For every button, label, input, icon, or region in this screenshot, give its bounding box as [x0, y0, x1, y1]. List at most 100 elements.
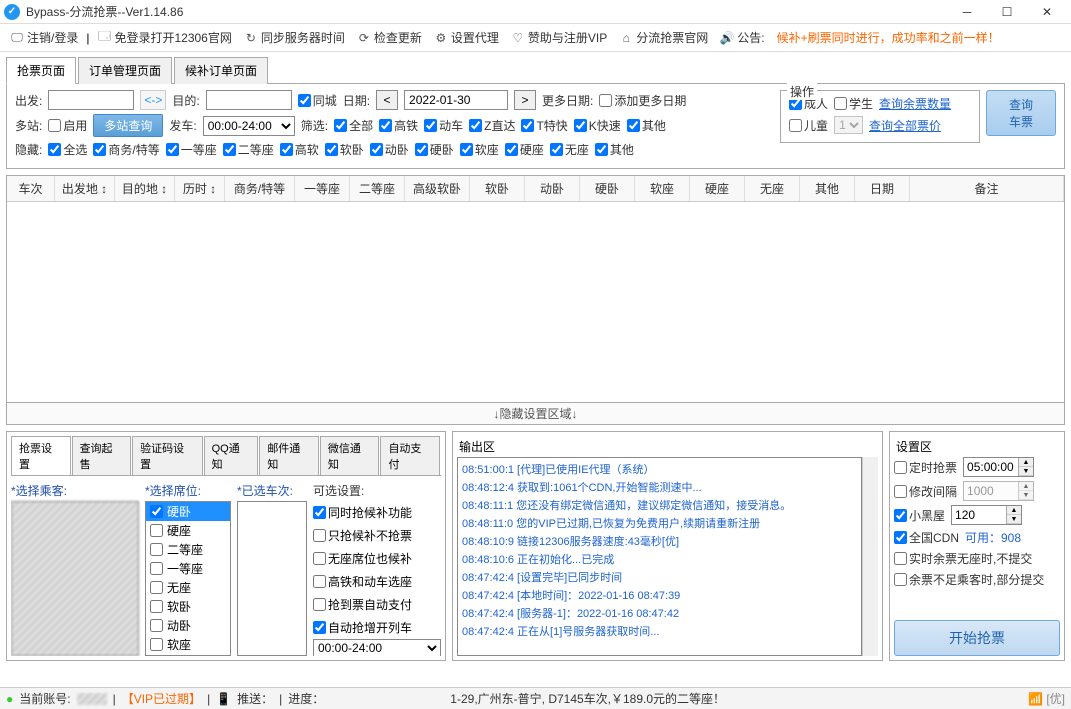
col-gjrw[interactable]: 高级软卧 [405, 176, 470, 201]
seat-item[interactable]: 二等座 [146, 540, 230, 559]
filter-zhida[interactable]: Z直达 [469, 117, 515, 134]
student-checkbox[interactable]: 学生 [834, 95, 873, 112]
hide-all[interactable]: 全选 [48, 141, 87, 158]
seat-item[interactable]: 硬卧 [146, 502, 230, 521]
opt-zhihoubu[interactable]: 只抢候补不抢票 [313, 524, 441, 547]
tab-waitlist[interactable]: 候补订单页面 [174, 57, 268, 84]
interval-spin[interactable]: ▲▼ [963, 481, 1034, 501]
depart-time-select[interactable]: 00:00-24:00 [203, 116, 295, 136]
col-other[interactable]: 其他 [800, 176, 855, 201]
subtab-grab[interactable]: 抢票设置 [11, 436, 71, 475]
output-textbox[interactable]: 08:51:00:1 [代理]已使用IE代理（系统）08:48:12:4 获取到… [457, 457, 862, 656]
filter-tekuai[interactable]: T特快 [521, 117, 567, 134]
insufficient-checkbox[interactable]: 余票不足乘客时,部分提交 [894, 571, 1044, 588]
proxy-button[interactable]: ⚙设置代理 [430, 29, 503, 46]
opt-autopay[interactable]: 抢到票自动支付 [313, 593, 441, 616]
opt-wuzuo[interactable]: 无座席位也候补 [313, 547, 441, 570]
hide-yd[interactable]: 一等座 [166, 141, 217, 158]
link-ticket-count[interactable]: 查询余票数量 [879, 95, 951, 112]
same-city-checkbox[interactable]: 同城 [298, 92, 337, 109]
seat-item[interactable]: 软卧 [146, 597, 230, 616]
multi-query-button[interactable]: 多站查询 [93, 114, 163, 137]
donate-vip-button[interactable]: ♡赞助与注册VIP [507, 29, 611, 46]
col-rz[interactable]: 软座 [635, 176, 690, 201]
add-more-date-checkbox[interactable]: 添加更多日期 [599, 92, 686, 109]
hide-rw[interactable]: 软卧 [325, 141, 364, 158]
timed-value-spin[interactable]: ▲▼ [963, 457, 1034, 477]
opt-autoadd[interactable]: 自动抢增开列车 [313, 616, 441, 639]
filter-all[interactable]: 全部 [334, 117, 373, 134]
col-dest[interactable]: 目的地 ↕ [115, 176, 175, 201]
close-button[interactable]: ✕ [1027, 0, 1067, 24]
hide-yz[interactable]: 硬座 [505, 141, 544, 158]
realtime-checkbox[interactable]: 实时余票无座时,不提交 [894, 550, 1032, 567]
filter-kuaisu[interactable]: K快速 [574, 117, 621, 134]
open-12306-button[interactable]: 🗔免登录打开12306官网 [93, 29, 235, 46]
filter-dongche[interactable]: 动车 [424, 117, 463, 134]
col-yw[interactable]: 硬卧 [580, 176, 635, 201]
timed-checkbox[interactable]: 定时抢票 [894, 459, 957, 476]
tab-ticket[interactable]: 抢票页面 [6, 57, 76, 84]
child-checkbox[interactable]: 儿童 [789, 117, 828, 134]
date-input[interactable] [404, 90, 508, 110]
col-wz[interactable]: 无座 [745, 176, 800, 201]
subtab-captcha[interactable]: 验证码设置 [132, 436, 202, 475]
col-yd[interactable]: 一等座 [295, 176, 350, 201]
filter-gaotie[interactable]: 高铁 [379, 117, 418, 134]
query-ticket-button[interactable]: 查询车票 [986, 90, 1056, 136]
seat-item[interactable]: 软座 [146, 635, 230, 654]
output-scrollbar[interactable] [862, 457, 878, 656]
col-duration[interactable]: 历时 ↕ [175, 176, 225, 201]
seat-listbox[interactable]: 硬卧 硬座 二等座 一等座 无座 软卧 动卧 软座 商务座 特等座 [145, 501, 231, 656]
subtab-mail[interactable]: 邮件通知 [259, 436, 319, 475]
seat-item[interactable]: 硬座 [146, 521, 230, 540]
logout-login-button[interactable]: 🖵注销/登录 [6, 29, 82, 46]
collapse-settings-bar[interactable]: ↓隐藏设置区域↓ [6, 403, 1065, 425]
seat-item[interactable]: 动卧 [146, 616, 230, 635]
link-ticket-price[interactable]: 查询全部票价 [869, 117, 941, 134]
opt-gtdc[interactable]: 高铁和动车选座 [313, 570, 441, 593]
passenger-listbox[interactable] [11, 501, 139, 656]
maximize-button[interactable]: ☐ [987, 0, 1027, 24]
official-site-button[interactable]: ⌂分流抢票官网 [615, 29, 712, 46]
child-count-select[interactable]: 1 [834, 116, 863, 134]
hide-rz[interactable]: 软座 [460, 141, 499, 158]
next-date-button[interactable]: > [514, 90, 536, 110]
hide-ed[interactable]: 二等座 [223, 141, 274, 158]
interval-checkbox[interactable]: 修改间隔 [894, 483, 957, 500]
depart-input[interactable] [48, 90, 134, 110]
col-yz[interactable]: 硬座 [690, 176, 745, 201]
col-ed[interactable]: 二等座 [350, 176, 405, 201]
col-sw[interactable]: 商务/特等 [225, 176, 295, 201]
cdn-checkbox[interactable]: 全国CDN [894, 529, 959, 546]
dest-input[interactable] [206, 90, 292, 110]
hide-sw[interactable]: 商务/特等 [93, 141, 159, 158]
col-dw[interactable]: 动卧 [525, 176, 580, 201]
col-remark[interactable]: 备注 [910, 176, 1064, 201]
opt-time-combo[interactable]: 00:00-24:00 [313, 639, 441, 656]
col-depart[interactable]: 出发地 ↕ [55, 176, 115, 201]
filter-other[interactable]: 其他 [627, 117, 666, 134]
subtab-autopay[interactable]: 自动支付 [380, 436, 440, 475]
blackhouse-checkbox[interactable]: 小黑屋 [894, 507, 945, 524]
col-rw[interactable]: 软卧 [470, 176, 525, 201]
subtab-qq[interactable]: QQ通知 [204, 436, 259, 475]
check-update-button[interactable]: ⟳检查更新 [353, 29, 426, 46]
seat-item[interactable]: 一等座 [146, 559, 230, 578]
hide-dw[interactable]: 动卧 [370, 141, 409, 158]
seat-item[interactable]: 商务座 [146, 654, 230, 656]
start-grab-button[interactable]: 开始抢票 [894, 620, 1060, 656]
hide-yw[interactable]: 硬卧 [415, 141, 454, 158]
hide-gr[interactable]: 高软 [280, 141, 319, 158]
subtab-presale[interactable]: 查询起售 [72, 436, 132, 475]
prev-date-button[interactable]: < [376, 90, 398, 110]
sync-time-button[interactable]: ↻同步服务器时间 [240, 29, 349, 46]
subtab-wechat[interactable]: 微信通知 [320, 436, 380, 475]
tab-orders[interactable]: 订单管理页面 [78, 57, 172, 84]
enable-multi-checkbox[interactable]: 启用 [48, 117, 87, 134]
seat-item[interactable]: 无座 [146, 578, 230, 597]
col-train[interactable]: 车次 [7, 176, 55, 201]
hide-wz[interactable]: 无座 [550, 141, 589, 158]
opt-tongshi[interactable]: 同时抢候补功能 [313, 501, 441, 524]
minimize-button[interactable]: ─ [947, 0, 987, 24]
